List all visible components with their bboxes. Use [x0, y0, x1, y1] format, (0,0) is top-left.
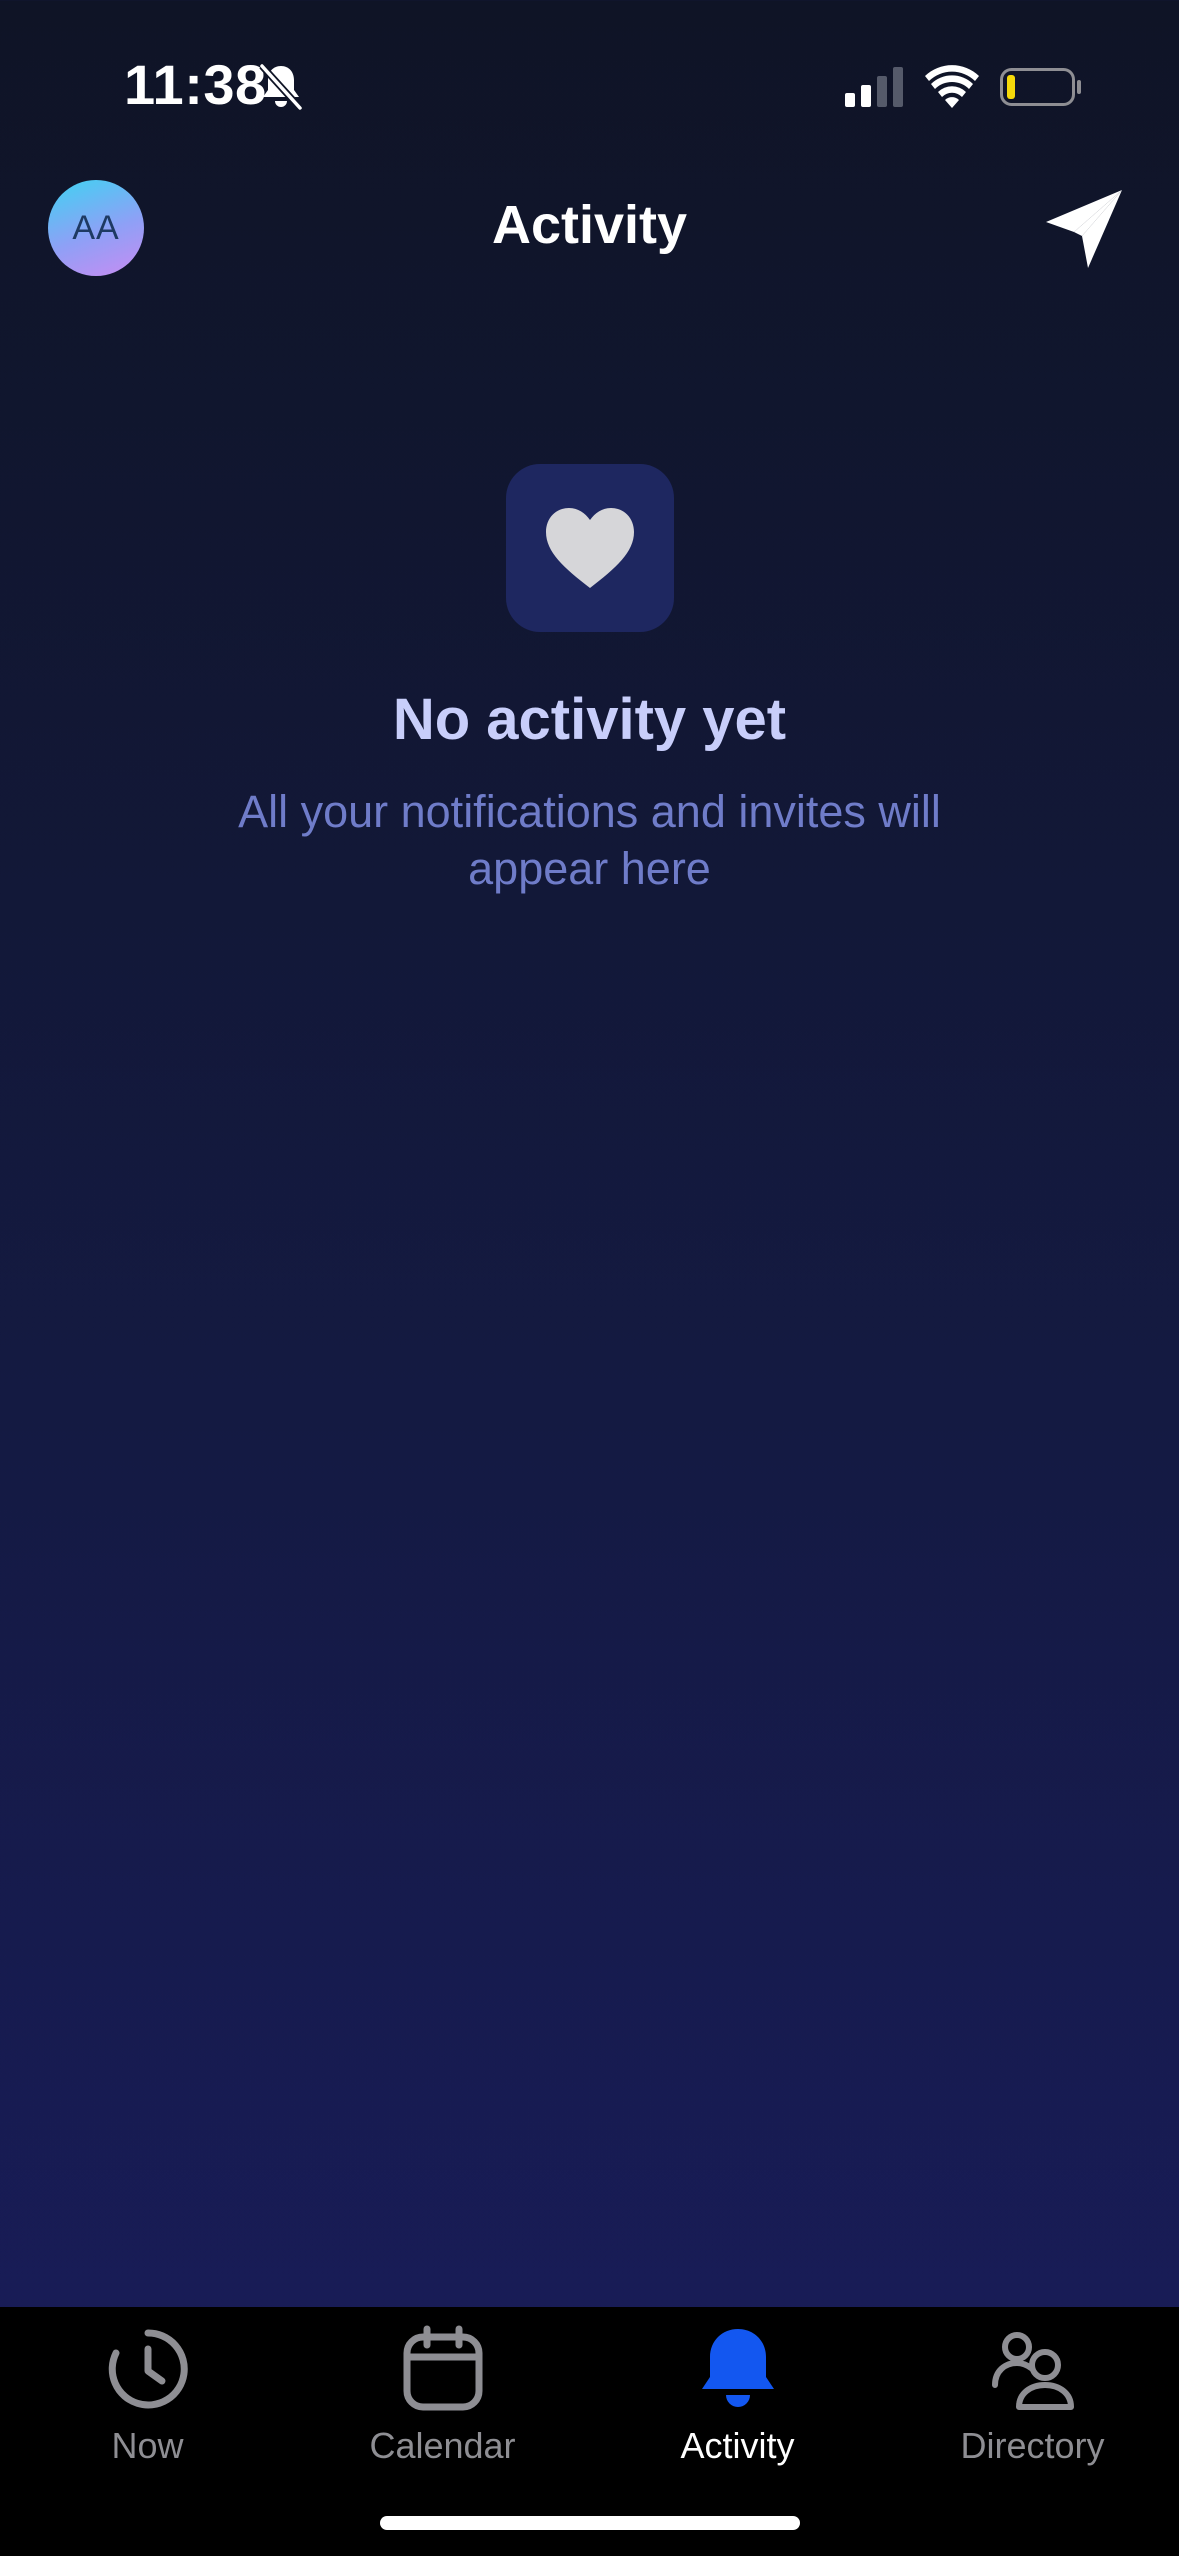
empty-state-title: No activity yet: [392, 687, 787, 752]
tab-label-directory: Directory: [960, 2425, 1105, 2466]
status-bar: 11:38: [0, 0, 1179, 170]
tab-directory[interactable]: Directory: [885, 2325, 1179, 2475]
header: AA Activity: [0, 170, 1179, 290]
page-title: Activity: [491, 195, 688, 255]
tab-label-calendar: Calendar: [369, 2425, 516, 2466]
tab-now[interactable]: Now: [0, 2325, 295, 2475]
tab-label-now: Now: [111, 2425, 184, 2466]
bell-icon: [701, 2329, 774, 2407]
tab-label-activity: Activity: [680, 2425, 795, 2466]
clock-icon: [108, 2329, 188, 2409]
bell-slash-icon: [259, 63, 303, 111]
empty-state-icon-tile: [505, 464, 674, 632]
cellular-signal-icon: [845, 67, 903, 107]
tab-activity[interactable]: Activity: [590, 2325, 885, 2475]
tab-calendar[interactable]: Calendar: [295, 2325, 590, 2475]
paper-plane-icon[interactable]: [1038, 184, 1128, 274]
home-indicator[interactable]: [380, 2516, 800, 2530]
empty-state: No activity yet All your notifications a…: [0, 464, 1179, 897]
status-time: 11:38: [124, 53, 267, 116]
battery-low-icon: [1000, 68, 1081, 106]
calendar-icon: [403, 2325, 482, 2411]
people-icon: [991, 2332, 1074, 2410]
wifi-icon: [925, 65, 979, 108]
heart-icon: [545, 508, 634, 588]
empty-state-subtitle: All your notifications and invites will …: [238, 786, 941, 894]
